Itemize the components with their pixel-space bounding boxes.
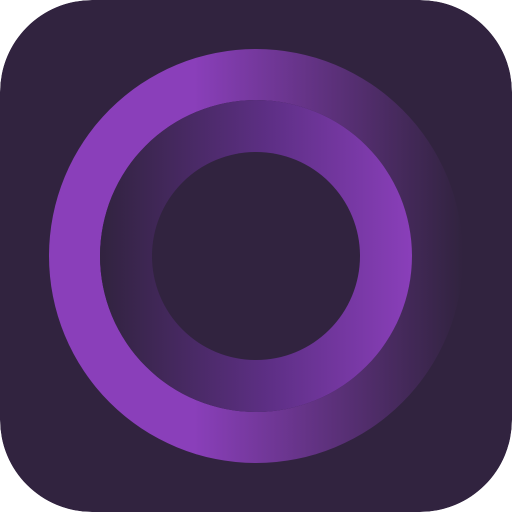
purple-ring-logo-icon (0, 0, 512, 512)
center-hole (152, 152, 360, 360)
app-icon[interactable] (0, 0, 512, 512)
